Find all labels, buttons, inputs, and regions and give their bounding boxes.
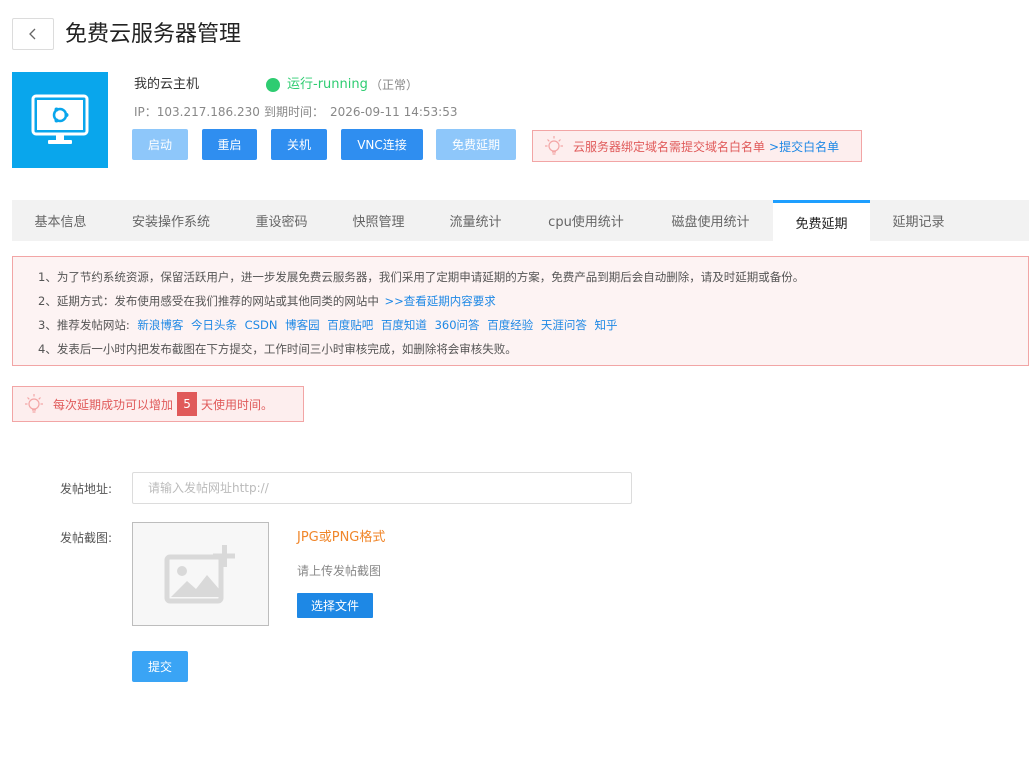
info-line-2: 2、延期方式：发布使用感受在我们推荐的网站或其他同类的网站中 >>查看延期内容要… (38, 293, 496, 309)
server-monitor-icon (12, 72, 108, 168)
status-dot-icon (266, 78, 280, 92)
submit-whitelist-link[interactable]: >提交白名单 (769, 138, 839, 155)
site-link-zhidao[interactable]: 百度知道 (381, 318, 427, 332)
page-title: 免费云服务器管理 (65, 22, 242, 47)
tab-bar: 基本信息 安装操作系统 重设密码 快照管理 流量统计 cpu使用统计 磁盘使用统… (12, 200, 1029, 242)
ip-value: 103.217.186.230 (156, 105, 260, 119)
server-status-note: （正常） (370, 78, 419, 92)
site-link-toutiao[interactable]: 今日头条 (191, 318, 237, 332)
extension-info-panel: 1、为了节约系统资源，保留活跃用户，进一步发展免费云服务器，我们采用了定期申请延… (12, 256, 1029, 366)
tab-extension-records[interactable]: 延期记录 (870, 200, 967, 241)
whitelist-notice-text: 云服务器绑定域名需提交域名白名单 (573, 139, 766, 154)
tab-snapshot[interactable]: 快照管理 (330, 200, 427, 241)
site-link-csdn[interactable]: CSDN (245, 318, 278, 332)
shutdown-button[interactable]: 关机 (271, 129, 327, 160)
site-link-360wenda[interactable]: 360问答 (435, 318, 480, 332)
tab-free-extension[interactable]: 免费延期 (773, 200, 870, 242)
view-requirements-link[interactable]: >>查看延期内容要求 (384, 294, 495, 308)
free-extension-button[interactable]: 免费延期 (436, 129, 516, 160)
submit-button[interactable]: 提交 (132, 651, 188, 682)
tab-cpu-stats[interactable]: cpu使用统计 (524, 200, 648, 241)
tab-reset-password[interactable]: 重设密码 (233, 200, 330, 241)
server-status: 运行-running (287, 77, 368, 92)
vnc-connect-button[interactable]: VNC连接 (341, 129, 423, 160)
post-screenshot-label: 发帖截图: (60, 531, 113, 545)
lightbulb-icon (25, 394, 43, 413)
expire-info: 到期时间： 2026-09-11 14:53:53 (264, 103, 457, 121)
tab-basic-info[interactable]: 基本信息 (12, 200, 109, 241)
site-link-zhihu[interactable]: 知乎 (595, 318, 618, 332)
whitelist-notice: 云服务器绑定域名需提交域名白名单 >提交白名单 (532, 130, 862, 162)
ip-info: IP：103.217.186.230 (134, 103, 260, 121)
chevron-left-icon (29, 28, 36, 40)
site-link-cnblogs[interactable]: 博客园 (285, 318, 320, 332)
site-link-sina-blog[interactable]: 新浪博客 (137, 318, 183, 332)
ip-label: IP： (134, 105, 157, 119)
extension-days-badge: 5 (177, 392, 198, 416)
monitor-ubuntu-icon (31, 94, 89, 144)
site-link-tieba[interactable]: 百度贴吧 (327, 318, 373, 332)
site-link-tianya[interactable]: 天涯问答 (541, 318, 587, 332)
file-format-text: JPG或PNG格式 (297, 530, 386, 545)
extension-notice-suffix: 天使用时间。 (201, 397, 274, 412)
upload-hint-text: 请上传发帖截图 (297, 564, 382, 578)
info-line-2-text: 2、延期方式：发布使用感受在我们推荐的网站或其他同类的网站中 (38, 294, 379, 308)
tab-disk-stats[interactable]: 磁盘使用统计 (648, 200, 773, 241)
choose-file-button[interactable]: 选择文件 (297, 593, 373, 618)
server-name: 我的云主机 (134, 77, 200, 92)
extension-notice-prefix: 每次延期成功可以增加 (53, 397, 174, 412)
tab-traffic-stats[interactable]: 流量统计 (427, 200, 524, 241)
expire-value: 2026-09-11 14:53:53 (330, 105, 458, 119)
info-line-1: 1、为了节约系统资源，保留活跃用户，进一步发展免费云服务器，我们采用了定期申请延… (38, 270, 805, 284)
tab-install-os[interactable]: 安装操作系统 (109, 200, 233, 241)
extension-days-notice: 每次延期成功可以增加 5 天使用时间。 (12, 386, 304, 422)
site-link-jingyan[interactable]: 百度经验 (487, 318, 533, 332)
lightbulb-icon (545, 136, 563, 155)
info-line-3: 3、推荐发帖网站: 新浪博客 今日头条 CSDN 博客园 百度贴吧 百度知道 3… (38, 317, 618, 333)
back-button[interactable] (12, 18, 54, 50)
restart-button[interactable]: 重启 (202, 129, 257, 160)
post-url-label: 发帖地址: (60, 482, 113, 496)
start-button[interactable]: 启动 (132, 129, 188, 160)
image-placeholder-icon (164, 545, 235, 604)
info-line-4: 4、发表后一小时内把发布截图在下方提交，工作时间三小时审核完成，如删除将会审核失… (38, 342, 517, 356)
post-url-input[interactable] (132, 472, 632, 504)
screenshot-upload-box[interactable] (132, 522, 269, 626)
expire-label: 到期时间： (264, 105, 325, 119)
info-line-3-text: 3、推荐发帖网站: (38, 318, 130, 332)
